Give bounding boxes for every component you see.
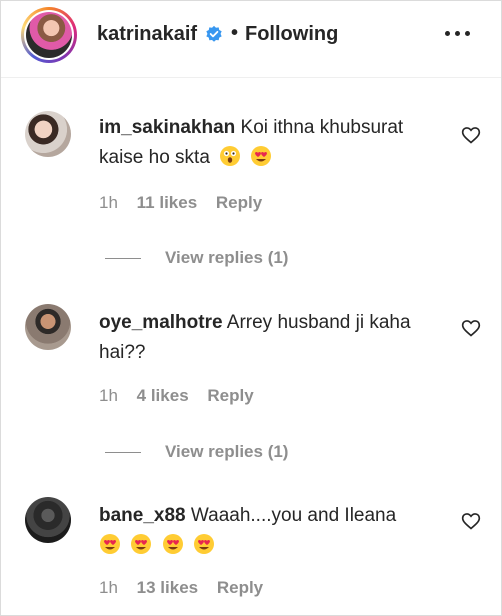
following-button[interactable]: Following <box>245 23 338 46</box>
commenter-username[interactable]: im_sakinakhan <box>99 117 235 138</box>
profile-avatar[interactable] <box>21 7 77 63</box>
view-replies-button[interactable]: View replies (1) <box>105 442 288 462</box>
reply-button[interactable]: Reply <box>217 578 263 597</box>
commenter-username[interactable]: bane_x88 <box>99 505 186 526</box>
heart-eyes-face-icon <box>100 534 120 554</box>
view-replies-divider <box>105 452 141 454</box>
commenter-avatar[interactable] <box>25 497 71 543</box>
commenter-username[interactable]: oye_malhotre <box>99 312 223 333</box>
like-heart-icon[interactable] <box>461 318 481 338</box>
verified-badge-icon <box>206 25 222 42</box>
likes-count[interactable]: 11 likes <box>137 193 198 212</box>
comment-text: im_sakinakhan Koi ithna khubsurat kaise … <box>99 113 439 173</box>
reply-button[interactable]: Reply <box>216 193 262 212</box>
comments-panel: katrinakaif • Following im_sakinakhan Ko… <box>0 0 502 616</box>
comment-meta: 1h 11 likes Reply <box>99 193 262 213</box>
commenter-avatar[interactable] <box>25 304 71 350</box>
comment-time: 1h <box>99 193 118 212</box>
comment-meta: 1h 4 likes Reply <box>99 386 254 406</box>
view-replies-button[interactable]: View replies (1) <box>105 248 288 268</box>
comment-time: 1h <box>99 578 118 597</box>
reply-button[interactable]: Reply <box>207 386 253 405</box>
comment-body: Waaah....you and Ileana <box>190 505 397 526</box>
post-author-username[interactable]: katrinakaif <box>97 23 197 46</box>
comment-text: oye_malhotre Arrey husband ji kaha hai?? <box>99 308 439 368</box>
separator-dot: • <box>231 22 239 44</box>
heart-eyes-face-icon <box>193 534 214 554</box>
comment-text: bane_x88 Waaah....you and Ileana <box>99 501 439 561</box>
comment-time: 1h <box>99 386 118 405</box>
likes-count[interactable]: 13 likes <box>137 578 198 597</box>
avatar-image <box>26 12 72 58</box>
astonished-face-icon <box>220 146 241 166</box>
more-options-icon[interactable] <box>445 31 473 39</box>
heart-eyes-face-icon <box>131 534 152 554</box>
view-replies-divider <box>105 258 141 260</box>
commenter-avatar[interactable] <box>25 111 71 157</box>
comment-meta: 1h 13 likes Reply <box>99 578 263 598</box>
heart-eyes-face-icon <box>162 534 183 554</box>
likes-count[interactable]: 4 likes <box>137 386 189 405</box>
like-heart-icon[interactable] <box>461 511 481 531</box>
post-header: katrinakaif • Following <box>1 1 501 78</box>
like-heart-icon[interactable] <box>461 125 481 145</box>
heart-eyes-face-icon <box>251 146 272 166</box>
